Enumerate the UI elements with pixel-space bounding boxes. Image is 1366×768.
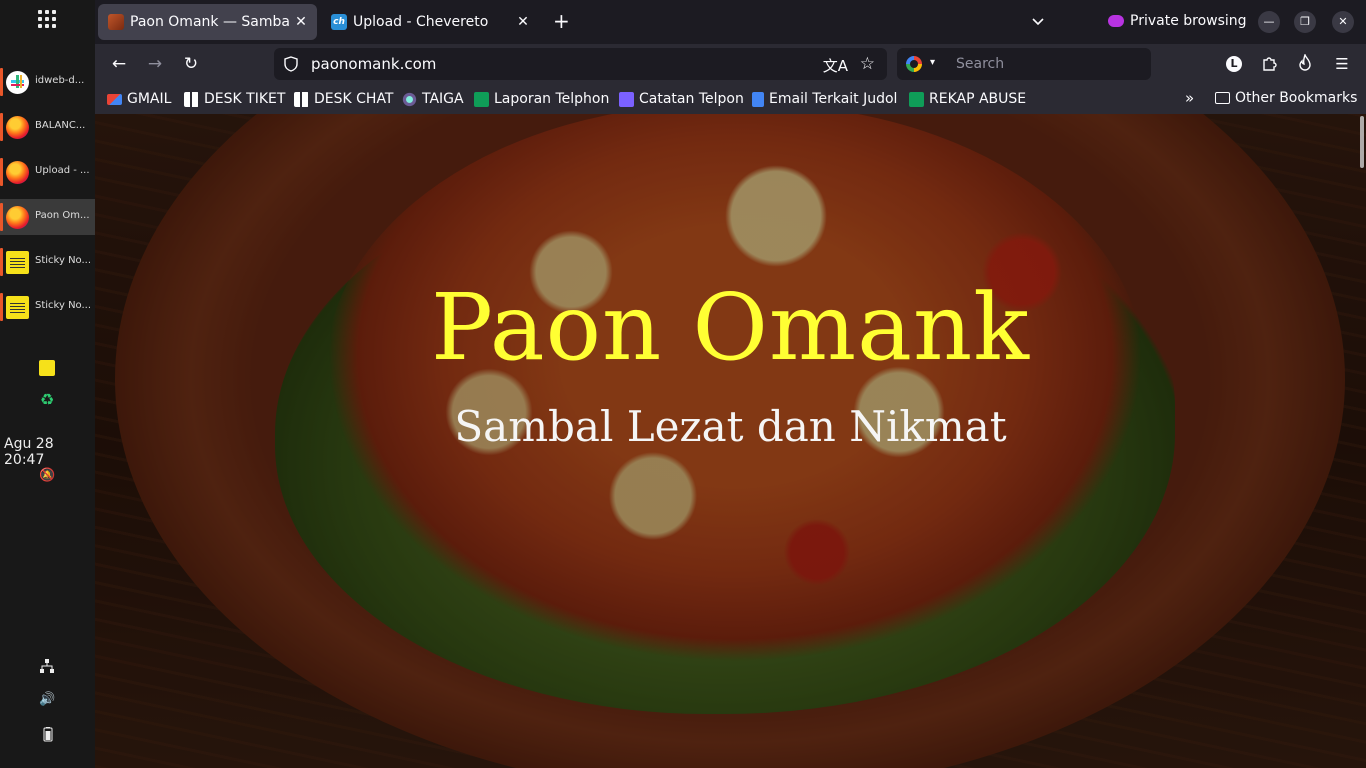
reload-button[interactable]: ↻ [179,52,203,76]
hero-subtitle: Sambal Lezat dan Nikmat [454,402,1007,451]
sticky-notes-icon [6,296,29,319]
dock-app-balance[interactable]: BALANC... [0,109,95,145]
extensions-puzzle-icon[interactable] [1260,54,1280,74]
taiga-icon [402,91,417,107]
bookmark-star-icon[interactable]: ☆ [860,54,875,74]
firefox-icon [6,161,29,184]
docs-icon [752,91,764,107]
close-tab-icon[interactable]: ✕ [293,14,309,30]
gmail-icon [107,93,122,105]
chevron-down-icon[interactable]: ▾ [930,57,935,68]
dock-app-label: Sticky No... [35,300,92,311]
firefox-icon [6,116,29,139]
tab-strip: Paon Omank — Sambal k ✕ ch Upload - Chev… [95,0,1366,44]
notifications-muted-icon[interactable]: 🔕 [39,468,55,484]
bookmark-label: REKAP ABUSE [929,91,1027,107]
bookmark-catatan-telpon[interactable]: Catatan Telpon [619,90,744,108]
sticky-notes-tray-icon[interactable] [39,360,55,376]
hamburger-menu-icon[interactable]: ☰ [1332,54,1352,74]
page-content: Paon Omank Sambal Lezat dan Nikmat [95,114,1366,768]
scrollbar-thumb[interactable] [1360,116,1364,168]
sheets-icon [909,91,924,107]
bookmark-gmail[interactable]: GMAIL [107,90,171,108]
bookmark-desk-tiket[interactable]: DESK TIKET [184,90,285,108]
more-bookmarks-chevron-icon[interactable]: » [1185,89,1194,107]
dock-app-idweb[interactable]: idweb-d... [0,64,95,100]
hero-title: Paon Omank [430,274,1030,381]
app-grid-icon[interactable] [38,10,56,28]
volume-icon[interactable]: 🔊 [39,692,55,708]
bookmark-label: Laporan Telphon [494,91,610,107]
chevereto-favicon-icon: ch [331,14,347,30]
other-bookmarks-label: Other Bookmarks [1235,90,1358,106]
bookmarks-toolbar: GMAIL DESK TIKET DESK CHAT TAIGA Laporan… [95,84,1366,114]
recycle-icon[interactable]: ♻ [39,392,55,408]
restore-button[interactable]: ❐ [1294,11,1316,33]
bookmark-label: DESK TIKET [204,91,286,107]
new-tab-icon[interactable]: + [553,11,570,31]
other-bookmarks[interactable]: Other Bookmarks [1215,90,1357,106]
site-favicon-icon [108,14,124,30]
dock-app-upload[interactable]: Upload - ... [0,154,95,190]
translate-icon[interactable]: 文A [823,55,848,76]
bookmark-laporan-telphon[interactable]: Laporan Telphon [474,90,609,108]
dock: idweb-d... BALANC... Upload - ... Paon O… [0,0,95,768]
sticky-notes-icon [6,251,29,274]
private-mask-icon [1108,15,1124,27]
site-info-shield-icon[interactable] [283,56,299,72]
bookmark-taiga[interactable]: TAIGA [402,90,464,108]
dock-app-label: Paon Om... [35,210,90,221]
dock-app-label: BALANC... [35,120,86,131]
private-browsing-label: Private browsing [1130,13,1247,29]
bookmark-label: Catatan Telpon [639,91,744,107]
bookmark-rekap-abuse[interactable]: REKAP ABUSE [909,90,1026,108]
address-bar[interactable]: paonomank.com 文A ☆ [274,48,887,80]
battery-icon[interactable] [39,726,55,742]
firefox-icon [6,206,29,229]
private-browsing-indicator: Private browsing [1108,13,1247,29]
bookmark-email-terkait-judol[interactable]: Email Terkait Judol [752,90,897,108]
dock-app-sticky-notes-2[interactable]: Sticky No... [0,289,95,325]
dock-app-label: Upload - ... [35,165,90,176]
chevron-down-icon[interactable] [1031,13,1045,27]
bookmark-label: DESK CHAT [314,91,394,107]
bookmark-label: Email Terkait Judol [769,91,898,107]
dock-app-paon-omank[interactable]: Paon Om... [0,199,95,235]
back-button[interactable]: ← [107,52,131,76]
folder-icon [1215,92,1230,104]
minimize-button[interactable]: — [1258,11,1280,33]
forms-icon [619,91,634,107]
search-placeholder[interactable]: Search [956,56,1004,72]
dock-app-label: idweb-d... [35,75,85,86]
bookmark-desk-chat[interactable]: DESK CHAT [294,90,394,108]
bookmark-label: GMAIL [127,91,172,107]
network-icon[interactable] [39,658,55,674]
bookmark-label: TAIGA [422,91,464,107]
desk-icon [184,91,199,107]
desk-icon [294,91,309,107]
tab-paon-omank[interactable]: Paon Omank — Sambal k ✕ [98,4,317,40]
clock[interactable]: Agu 28 20:47 [4,436,95,468]
browser-window: Paon Omank — Sambal k ✕ ch Upload - Chev… [95,0,1366,768]
navigation-toolbar: ← → ↻ paonomank.com 文A ☆ ▾ Search L ☰ [95,44,1366,84]
sheets-icon [474,91,489,107]
forward-button[interactable]: → [143,52,167,76]
google-icon[interactable] [906,56,922,72]
tab-title: Paon Omank — Sambal k [130,14,290,30]
slack-icon [6,71,29,94]
tab-title: Upload - Chevereto [353,14,489,30]
forget-fire-icon[interactable] [1295,52,1315,74]
dock-app-sticky-notes-1[interactable]: Sticky No... [0,244,95,280]
tab-upload-chevereto[interactable]: ch Upload - Chevereto ✕ [321,4,539,40]
url-text[interactable]: paonomank.com [311,55,436,73]
account-avatar[interactable]: L [1226,56,1242,72]
close-window-button[interactable]: ✕ [1332,11,1354,33]
close-tab-icon[interactable]: ✕ [515,14,531,30]
dock-app-label: Sticky No... [35,255,92,266]
search-bar[interactable]: ▾ Search [897,48,1151,80]
